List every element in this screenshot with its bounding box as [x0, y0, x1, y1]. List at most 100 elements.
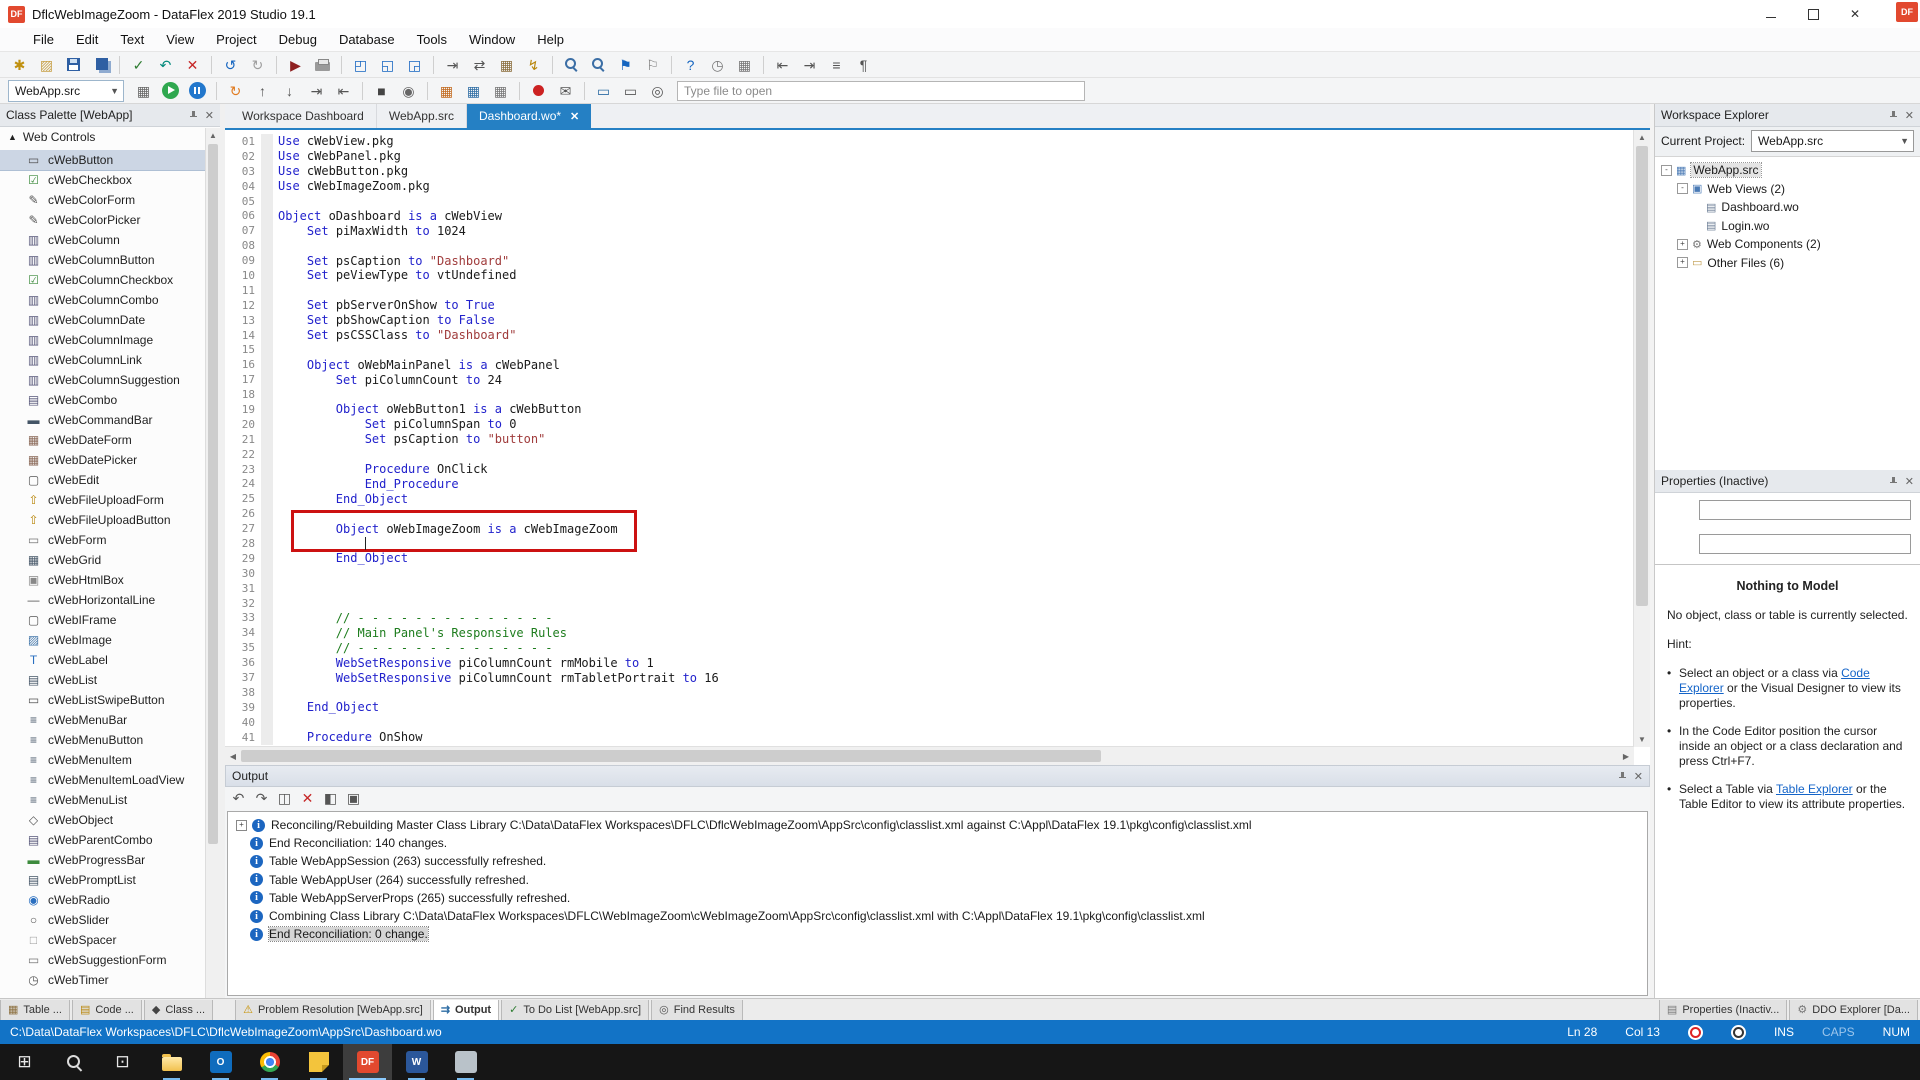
- palette-item-cwebcombo[interactable]: ▤cWebCombo: [0, 390, 206, 410]
- tree-expander-icon[interactable]: +: [1677, 239, 1688, 250]
- tree-item-login-wo[interactable]: ▤Login.wo: [1655, 217, 1920, 236]
- code-line[interactable]: 36 WebSetResponsive piColumnCount rmMobi…: [225, 655, 1634, 670]
- history-button[interactable]: ◷: [705, 54, 730, 76]
- code-line[interactable]: 05: [225, 194, 1634, 209]
- palette-item-cwebslider[interactable]: ○cWebSlider: [0, 910, 206, 930]
- palette-item-cweblist[interactable]: ▤cWebList: [0, 670, 206, 690]
- palette-item-cwebcolorform[interactable]: ✎cWebColorForm: [0, 190, 206, 210]
- palette-item-cwebpromptlist[interactable]: ▤cWebPromptList: [0, 870, 206, 890]
- outlook-icon[interactable]: O: [196, 1044, 245, 1080]
- dataflex-icon[interactable]: DF: [343, 1044, 392, 1080]
- pin-icon[interactable]: [1618, 771, 1627, 781]
- close-button[interactable]: ✕: [1834, 0, 1876, 28]
- code-line[interactable]: 19 Object oWebButton1 is a cWebButton: [225, 402, 1634, 417]
- database-button[interactable]: ▦: [494, 54, 519, 76]
- code-line[interactable]: 28: [225, 536, 1634, 551]
- code-line[interactable]: 13 Set pbShowCaption to False: [225, 313, 1634, 328]
- output-prev-button[interactable]: ↶: [228, 789, 249, 808]
- code-line[interactable]: 30: [225, 566, 1634, 581]
- goto-button[interactable]: ⇥: [440, 54, 465, 76]
- palette-item-cwebcolumn[interactable]: ▥cWebColumn: [0, 230, 206, 250]
- scroll-right-icon[interactable]: ▶: [1618, 752, 1634, 761]
- palette-item-cwebgrid[interactable]: ▦cWebGrid: [0, 550, 206, 570]
- code-line[interactable]: 35 // - - - - - - - - - - - - - -: [225, 640, 1634, 655]
- palette-item-cwebcolumncheckbox[interactable]: ☑cWebColumnCheckbox: [0, 270, 206, 290]
- code-line[interactable]: 12 Set pbServerOnShow to True: [225, 298, 1634, 313]
- tree-item-webapp-src[interactable]: -▦WebApp.src: [1655, 161, 1920, 180]
- help-button[interactable]: ?: [678, 54, 703, 76]
- code-line[interactable]: 09 Set psCaption to "Dashboard": [225, 253, 1634, 268]
- palette-item-cwebfileuploadform[interactable]: ⇧cWebFileUploadForm: [0, 490, 206, 510]
- palette-item-cwebcolorpicker[interactable]: ✎cWebColorPicker: [0, 210, 206, 230]
- output-line[interactable]: iTable WebAppServerProps (265) successfu…: [228, 889, 1647, 907]
- output-line[interactable]: iEnd Reconciliation: 0 change.: [228, 925, 1647, 943]
- palette-item-cwebhtmlbox[interactable]: ▣cWebHtmlBox: [0, 570, 206, 590]
- breakpoint-button[interactable]: [526, 80, 551, 102]
- palette-item-cwebimage[interactable]: ▨cWebImage: [0, 630, 206, 650]
- palette-item-cwebmenubar[interactable]: ≡cWebMenuBar: [0, 710, 206, 730]
- delete-button[interactable]: ✕: [180, 54, 205, 76]
- palette-item-cwebparentcombo[interactable]: ▤cWebParentCombo: [0, 830, 206, 850]
- palette-item-cwebcolumnlink[interactable]: ▥cWebColumnLink: [0, 350, 206, 370]
- palette-item-cwebcheckbox[interactable]: ☑cWebCheckbox: [0, 170, 206, 190]
- cascade-windows-button[interactable]: ◰: [348, 54, 373, 76]
- palette-item-cwebcommandbar[interactable]: ▬cWebCommandBar: [0, 410, 206, 430]
- tree-expander-icon[interactable]: -: [1677, 183, 1688, 194]
- code-line[interactable]: 17 Set piColumnCount to 24: [225, 372, 1634, 387]
- palette-item-cwebmenulist[interactable]: ≡cWebMenuList: [0, 790, 206, 810]
- code-line[interactable]: 32: [225, 596, 1634, 611]
- palette-item-cwebfileuploadbutton[interactable]: ⇧cWebFileUploadButton: [0, 510, 206, 530]
- tile-vertical-button[interactable]: ◲: [402, 54, 427, 76]
- scroll-up-icon[interactable]: ▲: [206, 128, 220, 142]
- menu-item-tools[interactable]: Tools: [406, 29, 458, 50]
- undo-button[interactable]: ↺: [218, 54, 243, 76]
- code-line[interactable]: 24 End_Procedure: [225, 476, 1634, 491]
- save-all-button[interactable]: [88, 54, 113, 76]
- scroll-left-icon[interactable]: ◀: [225, 752, 241, 761]
- tree-item-dashboard-wo[interactable]: ▤Dashboard.wo: [1655, 198, 1920, 217]
- output-line[interactable]: iTable WebAppSession (263) successfully …: [228, 852, 1647, 870]
- palette-item-cwebspacer[interactable]: □cWebSpacer: [0, 930, 206, 950]
- output-next-button[interactable]: ↷: [251, 789, 272, 808]
- code-line[interactable]: 26: [225, 506, 1634, 521]
- menu-item-text[interactable]: Text: [109, 29, 155, 50]
- code-line[interactable]: 03Use cWebButton.pkg: [225, 164, 1634, 179]
- sticky-notes-icon[interactable]: [294, 1044, 343, 1080]
- code-line[interactable]: 23 Procedure OnClick: [225, 462, 1634, 477]
- code-line[interactable]: 20 Set piColumnSpan to 0: [225, 417, 1634, 432]
- property-object-field[interactable]: [1699, 500, 1911, 520]
- maximize-button[interactable]: [1792, 0, 1834, 28]
- palette-item-cwebdatepicker[interactable]: ▦cWebDatePicker: [0, 450, 206, 470]
- move-down-button[interactable]: ↓: [277, 80, 302, 102]
- code-line[interactable]: 31: [225, 581, 1634, 596]
- code-line[interactable]: 33 // - - - - - - - - - - - - - -: [225, 611, 1634, 626]
- app-icon[interactable]: [441, 1044, 490, 1080]
- code-line[interactable]: 15: [225, 342, 1634, 357]
- editor-tab-webapp-src[interactable]: WebApp.src: [377, 104, 467, 128]
- sql-button[interactable]: ▦: [488, 80, 513, 102]
- sync-button[interactable]: ⇄: [467, 54, 492, 76]
- print-button[interactable]: [310, 54, 335, 76]
- code-pane[interactable]: 01Use cWebView.pkg02Use cWebPanel.pkg03U…: [225, 130, 1634, 747]
- tab-todo-list[interactable]: ✓To Do List [WebApp.src]: [501, 1000, 649, 1021]
- palette-item-cwebradio[interactable]: ◉cWebRadio: [0, 890, 206, 910]
- format-button[interactable]: ¶: [851, 54, 876, 76]
- code-line[interactable]: 10 Set peViewType to vtUndefined: [225, 268, 1634, 283]
- code-line[interactable]: 14 Set psCSSClass to "Dashboard": [225, 328, 1634, 343]
- tab-find-results[interactable]: ◎Find Results: [651, 1000, 743, 1021]
- code-line[interactable]: 06Object oDashboard is a cWebView: [225, 208, 1634, 223]
- outdent-button[interactable]: ⇤: [770, 54, 795, 76]
- pin-icon[interactable]: [1889, 110, 1898, 120]
- palette-scrollbar[interactable]: ▲: [205, 128, 220, 998]
- code-line[interactable]: 01Use cWebView.pkg: [225, 134, 1634, 149]
- palette-item-cwebcolumnsuggestion[interactable]: ▥cWebColumnSuggestion: [0, 370, 206, 390]
- close-icon[interactable]: ✕: [1905, 109, 1914, 122]
- menu-item-window[interactable]: Window: [458, 29, 526, 50]
- palette-item-cwebbutton[interactable]: ▭cWebButton: [0, 150, 206, 170]
- palette-item-cwebhorizontalline[interactable]: —cWebHorizontalLine: [0, 590, 206, 610]
- new-file-button[interactable]: ✱: [7, 54, 32, 76]
- register-object-button[interactable]: ▦: [131, 80, 156, 102]
- move-up-button[interactable]: ↑: [250, 80, 275, 102]
- pause-button[interactable]: [185, 80, 210, 102]
- tab-class-palette[interactable]: ◆Class ...: [144, 1000, 213, 1021]
